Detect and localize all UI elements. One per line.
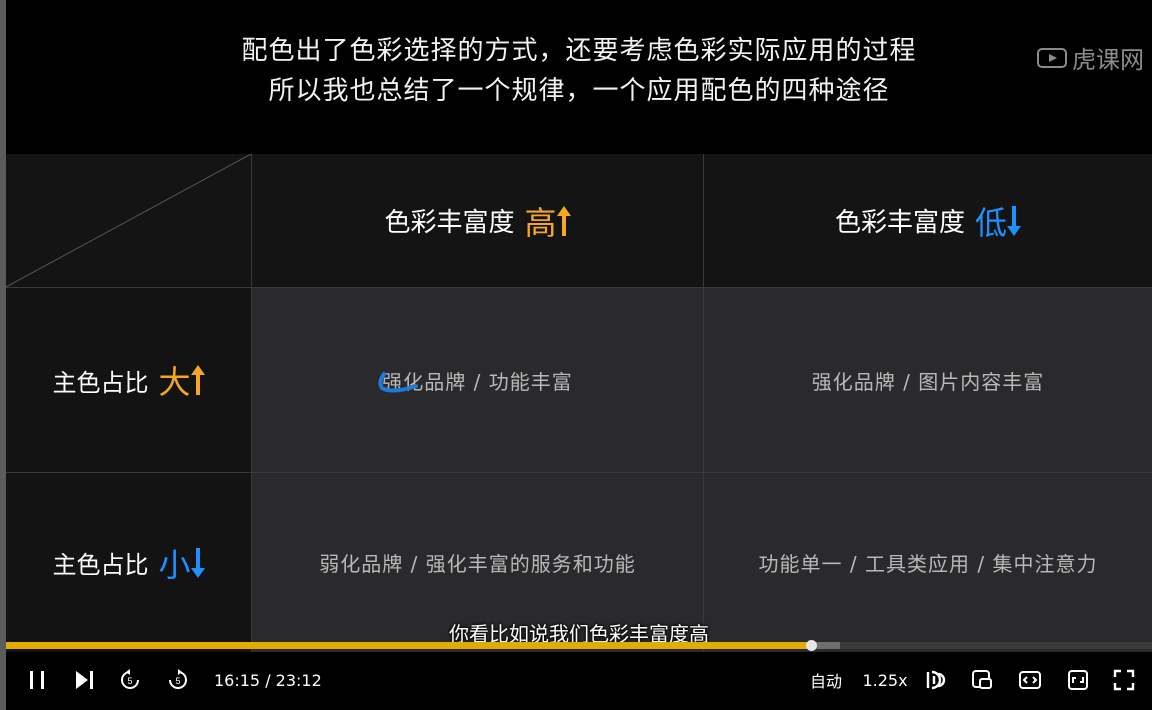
level-text: 小 bbox=[158, 545, 191, 584]
cell-large-low: 强化品牌 / 图片内容丰富 bbox=[704, 288, 1152, 472]
arrow-up-icon bbox=[190, 365, 205, 395]
rewind-5-button[interactable]: 5 bbox=[114, 664, 146, 696]
level-low: 低 bbox=[975, 198, 1022, 244]
col-header-high: 色彩丰富度 高 bbox=[252, 154, 703, 287]
web-fullscreen-icon bbox=[1019, 671, 1041, 689]
cell-text: 功能单一 / 工具类应用 / 集中注意力 bbox=[758, 552, 1098, 576]
pause-button[interactable] bbox=[22, 664, 54, 696]
burned-caption-line1: 配色出了色彩选择的方式，还要考虑色彩实际应用的过程 bbox=[241, 36, 917, 66]
pause-icon bbox=[30, 671, 44, 689]
level-high: 高 bbox=[525, 198, 571, 244]
wide-mode-button[interactable] bbox=[1062, 664, 1094, 696]
forward-5-button[interactable]: 5 bbox=[162, 664, 194, 696]
row-header-label: 主色占比 bbox=[52, 551, 149, 579]
danmaku-icon bbox=[926, 670, 946, 690]
col-header-label: 色彩丰富度 bbox=[834, 208, 965, 238]
level-text: 大 bbox=[158, 363, 191, 401]
cell-large-high: 强化品牌 / 功能丰富 bbox=[252, 288, 703, 472]
arrow-down-icon bbox=[1007, 205, 1022, 236]
grid-line bbox=[6, 472, 1152, 473]
cell-text: 弱化品牌 / 强化丰富的服务和功能 bbox=[319, 552, 636, 576]
level-text: 低 bbox=[975, 203, 1008, 242]
pip-button[interactable] bbox=[966, 664, 998, 696]
quality-button[interactable]: 自动 bbox=[802, 664, 850, 696]
watermark: 虎课网 bbox=[1036, 40, 1144, 75]
speed-button[interactable]: 1.25x bbox=[858, 664, 912, 696]
arrow-down-icon bbox=[190, 547, 205, 578]
web-fullscreen-button[interactable] bbox=[1014, 664, 1046, 696]
pen-stroke-mark bbox=[378, 372, 418, 393]
progress-bar[interactable] bbox=[6, 640, 1152, 651]
wide-mode-icon bbox=[1068, 670, 1088, 690]
fullscreen-icon bbox=[1113, 669, 1135, 691]
tv-logo-icon bbox=[1037, 47, 1067, 68]
fullscreen-button[interactable] bbox=[1108, 664, 1140, 696]
cell-text: 强化品牌 / 图片内容丰富 bbox=[811, 369, 1045, 394]
burned-caption-line2: 所以我也总结了一个规律，一个应用配色的四种途径 bbox=[268, 76, 890, 106]
col-header-low: 色彩丰富度 低 bbox=[704, 154, 1152, 287]
grid-line bbox=[703, 154, 704, 652]
played-range bbox=[6, 642, 812, 649]
rewind-5-icon: 5 bbox=[121, 669, 139, 689]
video-frame[interactable]: 配色出了色彩选择的方式，还要考虑色彩实际应用的过程 所以我也总结了一个规律，一个… bbox=[6, 10, 1152, 652]
watermark-text: 虎课网 bbox=[1072, 46, 1144, 74]
slide-table: 色彩丰富度 高 色彩丰富度 低 主色占比 大 主色占比 小 强化品牌 / 功能丰… bbox=[6, 154, 1152, 652]
level-small: 小 bbox=[158, 540, 205, 586]
svg-text:5: 5 bbox=[175, 676, 180, 686]
next-icon bbox=[76, 671, 93, 689]
corner-diagonal bbox=[6, 154, 251, 287]
grid-line bbox=[6, 287, 1152, 288]
row-header-large: 主色占比 大 bbox=[6, 288, 251, 472]
pip-icon bbox=[972, 670, 992, 689]
corner-cell bbox=[6, 154, 251, 287]
next-button[interactable] bbox=[68, 664, 100, 696]
time-display: 16:15 / 23:12 bbox=[214, 671, 322, 690]
player-controls: 5 5 16:15 / 23:12 自动 1.25x bbox=[6, 660, 1152, 702]
arrow-up-icon bbox=[556, 205, 571, 236]
grid-line bbox=[251, 154, 252, 652]
level-text: 高 bbox=[524, 203, 557, 242]
row-header-label: 主色占比 bbox=[52, 368, 149, 397]
forward-5-icon: 5 bbox=[169, 669, 187, 689]
svg-text:5: 5 bbox=[127, 676, 132, 686]
danmaku-button[interactable] bbox=[920, 664, 952, 696]
col-header-label: 色彩丰富度 bbox=[384, 208, 515, 238]
level-large: 大 bbox=[158, 357, 205, 403]
